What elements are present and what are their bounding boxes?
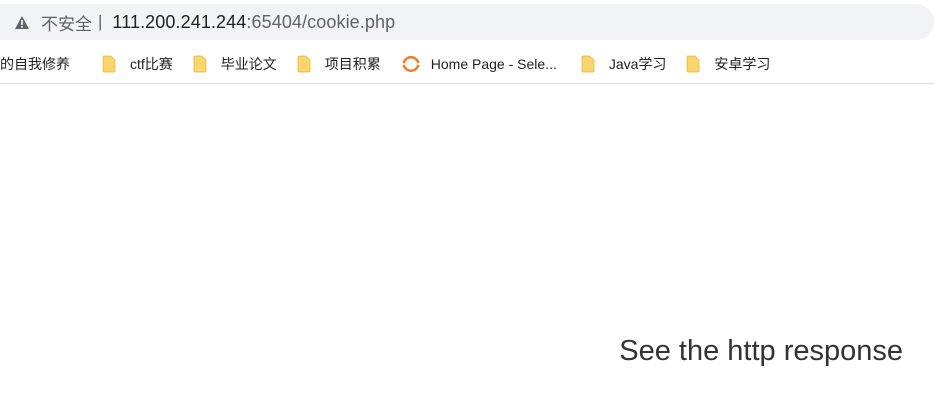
- bookmark-label: ctf比赛: [130, 55, 173, 72]
- bookmark-folder-projects[interactable]: 项目积累: [287, 50, 391, 78]
- bookmark-folder-android[interactable]: 安卓学习: [676, 50, 780, 78]
- bookmark-folder-java[interactable]: Java学习: [571, 50, 677, 78]
- folder-icon: [193, 55, 207, 72]
- page-content: See the http response: [0, 85, 934, 416]
- selenium-spinner-icon: [402, 55, 420, 72]
- warning-icon[interactable]: [13, 13, 31, 31]
- address-divider: |: [98, 12, 103, 31]
- bookmark-label: 项目积累: [324, 56, 381, 73]
- bookmark-selenium-home[interactable]: Home Page - Sele...: [391, 50, 567, 78]
- folder-icon: [102, 55, 116, 72]
- address-bar[interactable]: 不安全 | 111.200.241.244:65404/cookie.php: [0, 4, 934, 40]
- url-host: 111.200.241.244: [112, 11, 247, 32]
- bookmark-item-self-cultivation[interactable]: 的自我修养: [0, 50, 80, 78]
- bookmark-label: 的自我修养: [0, 56, 70, 73]
- bookmarks-bar: 的自我修养 ctf比赛 毕业论文 项目积累 Home Page - Sele..…: [0, 44, 934, 84]
- bookmark-folder-thesis[interactable]: 毕业论文: [183, 50, 287, 78]
- folder-icon: [687, 55, 700, 72]
- bookmark-label: 毕业论文: [220, 56, 277, 73]
- bookmark-label: Home Page - Sele...: [430, 55, 557, 72]
- bookmark-label: 安卓学习: [714, 56, 771, 73]
- security-status-label[interactable]: 不安全: [41, 10, 92, 35]
- bookmark-folder-ctf[interactable]: ctf比赛: [92, 50, 183, 78]
- folder-icon: [581, 55, 595, 72]
- url-path: :65404/cookie.php: [246, 11, 396, 32]
- folder-icon: [297, 55, 311, 72]
- page-message: See the http response: [619, 335, 903, 367]
- bookmark-label: Java学习: [608, 55, 667, 72]
- url-field[interactable]: 111.200.241.244:65404/cookie.php: [112, 12, 395, 33]
